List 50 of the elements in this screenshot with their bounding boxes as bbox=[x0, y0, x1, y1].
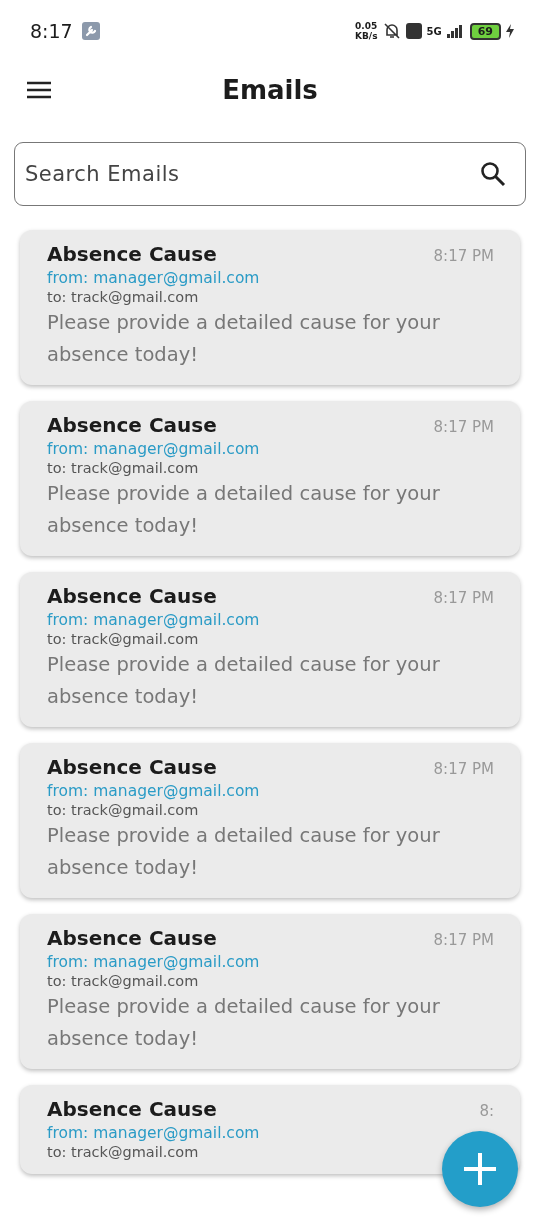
email-recipient: to: track@gmail.com bbox=[47, 973, 200, 989]
battery-level: 69 bbox=[469, 22, 501, 40]
email-subject: Absence Cause bbox=[47, 584, 217, 608]
email-recipient: to: track@gmail.com bbox=[47, 1144, 200, 1160]
net-unit: KB/s bbox=[355, 31, 378, 41]
page-title: Emails bbox=[222, 75, 318, 105]
email-recipient: to: track@gmail.com bbox=[47, 631, 200, 647]
email-time: 8:17 PM bbox=[433, 247, 494, 265]
email-subject: Absence Cause bbox=[47, 242, 217, 266]
plus-icon bbox=[463, 1152, 497, 1186]
email-preview: Please provide a detailed cause for your absence today! bbox=[47, 994, 441, 1052]
email-preview: Please provide a detailed cause for your absence today! bbox=[47, 481, 441, 539]
email-subject: Absence Cause bbox=[47, 1097, 217, 1121]
email-sender: from: manager@gmail.com bbox=[47, 953, 261, 971]
network-type: 5G bbox=[426, 25, 442, 37]
email-card[interactable]: Absence Cause 8:17 PM from: manager@gmail.com to: track@gmail.com Please provide a detailed cause for your absence today! bbox=[20, 401, 520, 556]
email-card[interactable]: Absence Cause 8:17 PM from: manager@gmail.com to: track@gmail.com Please provide a detailed cause for your absence today! bbox=[20, 914, 520, 1069]
net-speed: 0.05 bbox=[355, 21, 378, 31]
email-preview: Please provide a detailed cause for your absence today! bbox=[47, 823, 441, 881]
email-recipient: to: track@gmail.com bbox=[47, 460, 200, 476]
email-recipient: to: track@gmail.com bbox=[47, 289, 200, 305]
email-time: 8:17 PM bbox=[433, 931, 494, 949]
signal-icon bbox=[446, 24, 465, 38]
search-icon[interactable] bbox=[480, 161, 506, 187]
email-sender: from: manager@gmail.com bbox=[47, 1124, 261, 1142]
email-preview: Please provide a detailed cause for your absence today! bbox=[47, 652, 441, 710]
status-time: 8:17 bbox=[30, 20, 73, 42]
wrench-icon bbox=[81, 22, 100, 40]
email-subject: Absence Cause bbox=[47, 926, 217, 950]
charging-icon bbox=[506, 24, 514, 38]
email-card[interactable]: Absence Cause 8:17 PM from: manager@gmail.com to: track@gmail.com Please provide a detailed cause for your absence today! bbox=[20, 230, 520, 385]
email-card[interactable]: Absence Cause 8: from: manager@gmail.com to: track@gmail.com bbox=[20, 1085, 520, 1174]
email-time: 8:17 PM bbox=[433, 760, 494, 778]
email-time: 8: bbox=[479, 1102, 494, 1120]
email-sender: from: manager@gmail.com bbox=[47, 782, 261, 800]
email-recipient: to: track@gmail.com bbox=[47, 802, 200, 818]
email-preview: Please provide a detailed cause for your absence today! bbox=[47, 310, 441, 368]
email-subject: Absence Cause bbox=[47, 413, 217, 437]
menu-icon bbox=[26, 80, 52, 100]
search-field[interactable]: Search Emails bbox=[14, 142, 526, 206]
muted-bell-icon bbox=[382, 22, 401, 40]
email-card[interactable]: Absence Cause 8:17 PM from: manager@gmail.com to: track@gmail.com Please provide a detailed cause for your absence today! bbox=[20, 743, 520, 898]
email-subject: Absence Cause bbox=[47, 755, 217, 779]
email-sender: from: manager@gmail.com bbox=[47, 611, 261, 629]
email-sender: from: manager@gmail.com bbox=[47, 440, 261, 458]
email-time: 8:17 PM bbox=[433, 589, 494, 607]
compose-button[interactable] bbox=[442, 1131, 518, 1207]
email-sender: from: manager@gmail.com bbox=[47, 269, 261, 287]
email-time: 8:17 PM bbox=[433, 418, 494, 436]
email-card[interactable]: Absence Cause 8:17 PM from: manager@gmail.com to: track@gmail.com Please provide a detailed cause for your absence today! bbox=[20, 572, 520, 727]
